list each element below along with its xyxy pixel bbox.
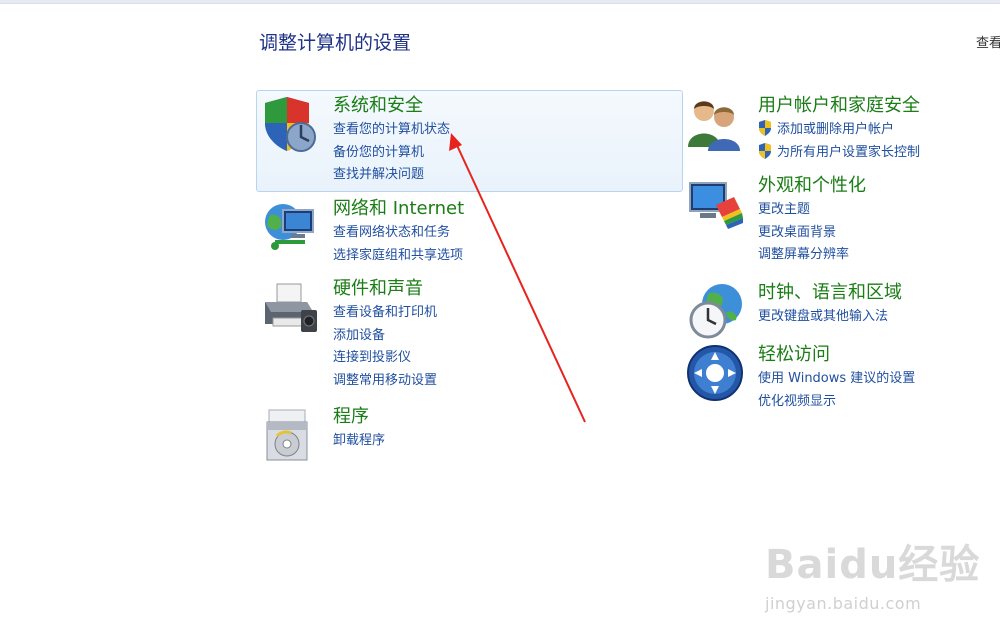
category-title[interactable]: 时钟、语言和区域 (758, 278, 902, 304)
uac-shield-icon (758, 120, 772, 136)
category-highlight (256, 90, 683, 192)
link-windows-recommended[interactable]: 使用 Windows 建议的设置 (758, 368, 915, 391)
link-homegroup[interactable]: 选择家庭组和共享选项 (333, 245, 463, 268)
link-backup-computer[interactable]: 备份您的计算机 (333, 142, 450, 165)
link-add-remove-accounts[interactable]: 添加或删除用户帐户 (759, 119, 920, 142)
watermark-logo: Baidu经验 (765, 542, 981, 588)
link-change-keyboard[interactable]: 更改键盘或其他输入法 (758, 306, 888, 329)
link-devices-printers[interactable]: 查看设备和打印机 (333, 302, 437, 325)
link-text[interactable]: 添加或删除用户帐户 (777, 122, 894, 137)
link-screen-resolution[interactable]: 调整屏幕分辨率 (758, 244, 849, 267)
link-connect-projector[interactable]: 连接到投影仪 (333, 347, 437, 370)
link-view-computer-status[interactable]: 查看您的计算机状态 (333, 119, 450, 142)
link-parental-controls[interactable]: 为所有用户设置家长控制 (759, 142, 920, 165)
watermark-url: jingyan.baidu.com (765, 594, 922, 613)
link-desktop-background[interactable]: 更改桌面背景 (758, 222, 849, 245)
page-title: 调整计算机的设置 (259, 32, 412, 54)
category-title[interactable]: 轻松访问 (758, 340, 830, 366)
view-by-label[interactable]: 查看 (976, 32, 1000, 51)
ease-of-access-icon (686, 344, 744, 402)
watermark: Baidu经验 jingyan.baidu.com (765, 532, 980, 613)
category-title[interactable]: 系统和安全 (333, 91, 423, 117)
programs-icon (261, 406, 319, 464)
category-title[interactable]: 网络和 Internet (333, 194, 464, 220)
category-title[interactable]: 用户帐户和家庭安全 (758, 91, 920, 117)
link-troubleshoot[interactable]: 查找并解决问题 (333, 164, 450, 187)
link-change-theme[interactable]: 更改主题 (758, 199, 849, 222)
window-top-border (0, 0, 1000, 4)
display-icon (686, 175, 744, 233)
globe-clock-icon (686, 282, 744, 340)
network-icon (261, 198, 319, 256)
link-uninstall-program[interactable]: 卸载程序 (333, 430, 385, 453)
link-network-status[interactable]: 查看网络状态和任务 (333, 222, 463, 245)
shield-icon (261, 95, 319, 153)
category-title[interactable]: 外观和个性化 (758, 171, 866, 197)
link-mobility-settings[interactable]: 调整常用移动设置 (333, 370, 437, 393)
users-icon (686, 95, 744, 153)
category-title[interactable]: 程序 (333, 402, 369, 428)
category-title[interactable]: 硬件和声音 (333, 274, 423, 300)
link-add-device[interactable]: 添加设备 (333, 325, 437, 348)
printer-icon (261, 278, 319, 336)
link-text[interactable]: 为所有用户设置家长控制 (777, 145, 920, 160)
link-optimize-display[interactable]: 优化视频显示 (758, 391, 915, 414)
uac-shield-icon (758, 142, 772, 159)
